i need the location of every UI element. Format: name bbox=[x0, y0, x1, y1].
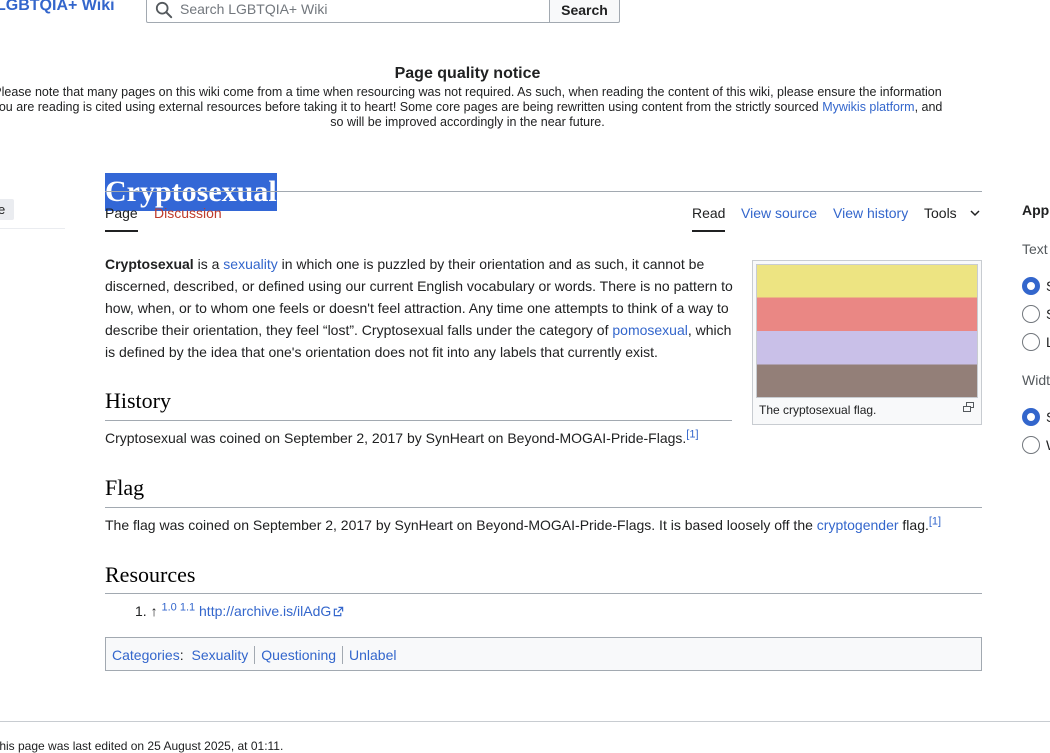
chevron-down-icon[interactable] bbox=[969, 207, 981, 219]
radio-label: S bbox=[1046, 409, 1050, 425]
reference-number: 1. bbox=[135, 603, 147, 619]
flag-paragraph: The flag was coined on September 2, 2017… bbox=[105, 514, 941, 536]
flag-stripe-yellow bbox=[756, 264, 978, 298]
flag-divider bbox=[105, 507, 982, 508]
text-size-radio-large[interactable] bbox=[1022, 333, 1040, 351]
category-questioning[interactable]: Questioning bbox=[261, 647, 336, 663]
cryptogender-link[interactable]: cryptogender bbox=[817, 517, 899, 533]
site-title[interactable]: LGBTQIA+ Wiki bbox=[0, 0, 115, 15]
notice-line: so will be improved accordingly in the n… bbox=[330, 115, 605, 129]
width-radio-standard[interactable] bbox=[1022, 408, 1040, 426]
notice-title: Page quality notice bbox=[394, 65, 541, 82]
reference-backlink[interactable]: 1.0 bbox=[161, 601, 176, 613]
width-radio-wide[interactable] bbox=[1022, 436, 1040, 454]
category-unlabel[interactable]: Unlabel bbox=[349, 647, 396, 663]
article-subject: Cryptosexual bbox=[105, 256, 194, 272]
tab-page[interactable]: Page bbox=[105, 204, 138, 232]
reference-item: 1. ↑ 1.0 1.1 http://archive.is/ilAdG bbox=[135, 600, 344, 622]
flag-thumbnail: The cryptosexual flag. bbox=[752, 260, 982, 425]
text-size-radio-standard[interactable] bbox=[1022, 305, 1040, 323]
radio-label: W bbox=[1046, 437, 1050, 453]
tab-discussion[interactable]: Discussion bbox=[154, 204, 222, 222]
resources-divider bbox=[105, 593, 982, 594]
sidebar-divider bbox=[0, 228, 65, 229]
tab-view-source[interactable]: View source bbox=[741, 204, 817, 222]
reference-link[interactable]: [1] bbox=[686, 428, 698, 440]
search-button[interactable]: Search bbox=[549, 0, 620, 23]
radio-label: S bbox=[1046, 306, 1050, 322]
sidebar-hide-tab[interactable]: e bbox=[0, 199, 14, 220]
cryptosexual-flag-image[interactable] bbox=[756, 264, 978, 398]
paragraph-text: flag. bbox=[898, 517, 929, 533]
flag-caption: The cryptosexual flag. bbox=[759, 403, 877, 417]
external-link-icon bbox=[334, 606, 344, 617]
categories-link[interactable]: Categories bbox=[112, 647, 180, 663]
pomosexual-link[interactable]: pomosexual bbox=[612, 322, 688, 338]
tab-read[interactable]: Read bbox=[692, 204, 726, 232]
text-size-radio-small[interactable] bbox=[1022, 277, 1040, 295]
last-edited-info: This page was last edited on 25 August 2… bbox=[0, 739, 284, 753]
reference-backlink[interactable]: 1.1 bbox=[180, 601, 195, 613]
title-divider bbox=[105, 191, 982, 192]
categories-colon: : bbox=[179, 647, 184, 663]
paragraph-text: Cryptosexual was coined on September 2, … bbox=[105, 430, 687, 446]
search-icon bbox=[155, 1, 173, 19]
sexuality-link[interactable]: sexuality bbox=[223, 256, 277, 272]
category-sexuality[interactable]: Sexuality bbox=[191, 647, 248, 663]
notice-text-segment: you are reading is cited using external … bbox=[0, 100, 823, 114]
mywikis-platform-link[interactable]: Mywikis platform bbox=[822, 100, 914, 114]
width-label: Widt bbox=[1022, 372, 1050, 388]
category-links: Categories: Sexuality Questioning Unlabel bbox=[105, 637, 982, 671]
reference-link[interactable]: [1] bbox=[929, 515, 941, 527]
search-box[interactable] bbox=[146, 0, 550, 23]
page-quality-notice: Page quality notice Please note that man… bbox=[0, 64, 945, 130]
reference-arrow: ↑ bbox=[150, 603, 158, 619]
history-paragraph: Cryptosexual was coined on September 2, … bbox=[105, 427, 699, 449]
tab-view-history[interactable]: View history bbox=[833, 204, 908, 222]
search-input[interactable] bbox=[180, 0, 540, 20]
resources-heading: Resources bbox=[105, 562, 196, 587]
flag-stripe-pink bbox=[756, 297, 978, 331]
tab-tools[interactable]: Tools bbox=[924, 204, 957, 222]
enlarge-icon[interactable] bbox=[962, 401, 975, 413]
history-divider bbox=[105, 420, 732, 421]
footer-divider bbox=[0, 721, 1050, 722]
notice-line: you are reading is cited using external … bbox=[0, 100, 945, 115]
archive-link[interactable]: http://archive.is/ilAdG bbox=[199, 603, 331, 619]
notice-line: Please note that many pages on this wiki… bbox=[0, 85, 942, 99]
flag-stripe-brown bbox=[756, 364, 978, 398]
history-heading: History bbox=[105, 388, 171, 413]
intro-paragraph: Cryptosexual is a sexuality in which one… bbox=[105, 253, 735, 363]
paragraph-text: The flag was coined on September 2, 2017… bbox=[105, 517, 817, 533]
category-separator bbox=[342, 646, 344, 664]
radio-label: L bbox=[1046, 334, 1050, 350]
paragraph-text: is a bbox=[193, 256, 224, 272]
category-separator bbox=[254, 646, 256, 664]
appearance-heading: App bbox=[1022, 202, 1050, 218]
text-size-label: Text bbox=[1022, 241, 1048, 257]
notice-text: Please note that many pages on this wiki… bbox=[0, 85, 945, 130]
radio-label: S bbox=[1046, 278, 1050, 294]
flag-heading: Flag bbox=[105, 475, 145, 500]
notice-text-segment: , and bbox=[914, 100, 943, 114]
flag-stripe-lavender bbox=[756, 331, 978, 365]
